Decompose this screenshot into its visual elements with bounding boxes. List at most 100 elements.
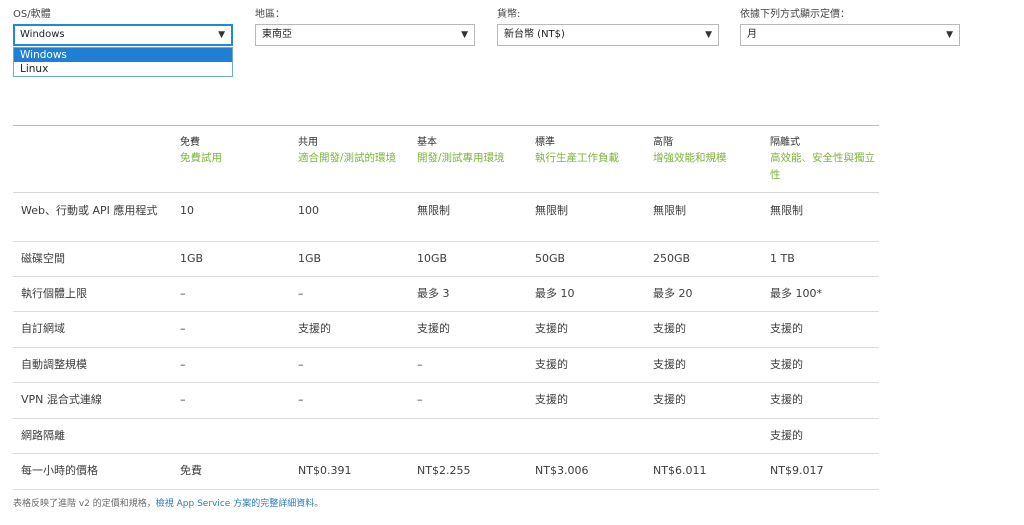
table-cell: NT$6.011 xyxy=(653,464,707,477)
table-cell: 10 xyxy=(180,204,194,217)
table-cell: – xyxy=(298,287,304,300)
tier-column-header: 基本開發/測試專用環境 xyxy=(417,136,527,167)
tier-description: 增強效能和規模 xyxy=(653,152,727,164)
tier-name: 隔離式 xyxy=(770,137,800,148)
row-label: 每一小時的價格 xyxy=(21,464,98,477)
row-label: 網路隔離 xyxy=(21,429,65,442)
table-cell: NT$9.017 xyxy=(770,464,824,477)
table-cell: 支援的 xyxy=(535,393,568,406)
table-cell: 1 TB xyxy=(770,252,795,265)
region-select[interactable]: 東南亞 ▼ xyxy=(255,24,475,46)
table-row: 自訂網域 – 支援的 支援的 支援的 支援的 支援的 xyxy=(13,312,879,348)
table-row: 執行個體上限 – – 最多 3 最多 10 最多 20 最多 100* xyxy=(13,277,879,312)
tier-column-header: 隔離式高效能、安全性與獨立性 xyxy=(770,136,880,184)
table-cell: – xyxy=(417,393,423,406)
row-label: Web、行動或 API 應用程式 xyxy=(21,204,158,217)
os-dropdown-list: Windows Linux xyxy=(13,47,233,77)
table-cell: 100 xyxy=(298,204,319,217)
table-cell: 支援的 xyxy=(770,322,803,335)
caret-down-icon: ▼ xyxy=(946,30,953,40)
table-cell: 無限制 xyxy=(535,204,568,217)
table-cell: – xyxy=(180,322,186,335)
table-cell: – xyxy=(180,358,186,371)
table-row: 網路隔離 支援的 xyxy=(13,419,879,454)
tier-description: 開發/測試專用環境 xyxy=(417,152,505,164)
os-option-linux[interactable]: Linux xyxy=(14,62,232,76)
pricing-table: 免費 免費試用 共用 適合開發/測試的環境 基本 開發/測試專用環境 標準 執行生產工作負載高… xyxy=(13,125,879,490)
table-cell: 支援的 xyxy=(653,358,686,371)
table-cell: 最多 3 xyxy=(417,287,450,300)
os-select[interactable]: Windows ▼ xyxy=(13,24,233,46)
table-cell: 最多 20 xyxy=(653,287,693,300)
row-label: 磁碟空間 xyxy=(21,252,65,265)
tier-column-header: 高階 增強效能和規模 xyxy=(653,136,763,167)
table-cell: 最多 10 xyxy=(535,287,575,300)
region-select-value: 東南亞 xyxy=(262,29,292,40)
table-cell: 無限制 xyxy=(770,204,803,217)
currency-label: 貨幣: xyxy=(497,9,521,20)
table-row: 磁碟空間 1GB 1GB 10GB 50GB 250GB 1 TB xyxy=(13,242,879,277)
table-cell: 1GB xyxy=(180,252,204,265)
tier-name: 標準 xyxy=(535,137,555,148)
table-cell: 支援的 xyxy=(770,358,803,371)
period-select-value: 月 xyxy=(747,29,757,40)
currency-filter: 貨幣: 新台幣 (NT$) ▼ xyxy=(497,8,719,46)
table-cell: 無限制 xyxy=(417,204,450,217)
row-label: 自動調整規模 xyxy=(21,358,87,371)
table-cell: 支援的 xyxy=(770,429,803,442)
tier-column-header: 免費 免費試用 xyxy=(180,136,290,167)
table-cell: – xyxy=(180,287,186,300)
os-option-windows[interactable]: Windows xyxy=(14,48,232,62)
table-cell: – xyxy=(298,393,304,406)
tier-name: 免費 xyxy=(180,137,200,148)
plan-details-link[interactable]: 檢視 App Service 方案的完整詳細資料 xyxy=(156,499,314,509)
row-label: 自訂網域 xyxy=(21,322,65,335)
table-cell: 1GB xyxy=(298,252,322,265)
tier-description: 免費試用 xyxy=(180,152,222,164)
table-cell: – xyxy=(417,358,423,371)
period-select[interactable]: 月 ▼ xyxy=(740,24,960,46)
tier-name: 基本 xyxy=(417,137,437,148)
table-cell: 支援的 xyxy=(535,358,568,371)
table-cell: 免費 xyxy=(180,464,202,477)
os-filter: OS/軟體 Windows ▼ xyxy=(13,8,233,46)
table-cell: 支援的 xyxy=(653,393,686,406)
table-row: VPN 混合式連線 – – – 支援的 支援的 支援的 xyxy=(13,383,879,419)
table-cell: 50GB xyxy=(535,252,566,265)
table-row: 每一小時的價格 免費 NT$0.391 NT$2.255 NT$3.006 NT$6.01… xyxy=(13,454,879,490)
footnote-end: 。 xyxy=(314,499,324,509)
os-select-value: Windows xyxy=(20,29,65,40)
footnote-text: 表格反映了進階 v2 的定價和規格， xyxy=(13,499,156,509)
table-cell: – xyxy=(180,393,186,406)
tier-column-header: 共用 適合開發/測試的環境 xyxy=(298,136,408,167)
table-footnote: 表格反映了進階 v2 的定價和規格，檢視 App Service 方案的完整詳細… xyxy=(13,496,323,509)
period-filter: 依據下列方式顯示定價： 月 ▼ xyxy=(740,8,960,46)
caret-down-icon: ▼ xyxy=(218,30,225,40)
tier-description: 執行生產工作負載 xyxy=(535,152,619,164)
table-cell: 支援的 xyxy=(535,322,568,335)
currency-select-value: 新台幣 (NT$) xyxy=(504,29,565,40)
row-label: VPN 混合式連線 xyxy=(21,393,102,406)
table-cell: NT$0.391 xyxy=(298,464,352,477)
row-label: 執行個體上限 xyxy=(21,287,87,300)
tier-name: 共用 xyxy=(298,137,318,148)
table-row: Web、行動或 API 應用程式 10 100 無限制 無限制 無限制 無限制 xyxy=(13,193,879,242)
table-cell: 支援的 xyxy=(653,322,686,335)
table-cell: 最多 100* xyxy=(770,287,822,300)
period-label: 依據下列方式顯示定價： xyxy=(740,9,850,20)
caret-down-icon: ▼ xyxy=(461,30,468,40)
table-row: 自動調整規模 – – – 支援的 支援的 支援的 xyxy=(13,348,879,383)
region-label: 地區： xyxy=(255,9,285,20)
region-filter: 地區： 東南亞 ▼ xyxy=(255,8,475,46)
table-cell: 支援的 xyxy=(417,322,450,335)
caret-down-icon: ▼ xyxy=(705,30,712,40)
table-cell: – xyxy=(298,358,304,371)
tier-name: 高階 xyxy=(653,137,673,148)
table-header-row: 免費 免費試用 共用 適合開發/測試的環境 基本 開發/測試專用環境 標準 執行生產工作負載高… xyxy=(13,126,879,193)
table-cell: NT$2.255 xyxy=(417,464,471,477)
tier-column-header: 標準執行生產工作負載 xyxy=(535,136,645,167)
table-cell: NT$3.006 xyxy=(535,464,589,477)
currency-select[interactable]: 新台幣 (NT$) ▼ xyxy=(497,24,719,46)
table-cell: 無限制 xyxy=(653,204,686,217)
tier-description: 高效能、安全性與獨立性 xyxy=(770,152,875,181)
